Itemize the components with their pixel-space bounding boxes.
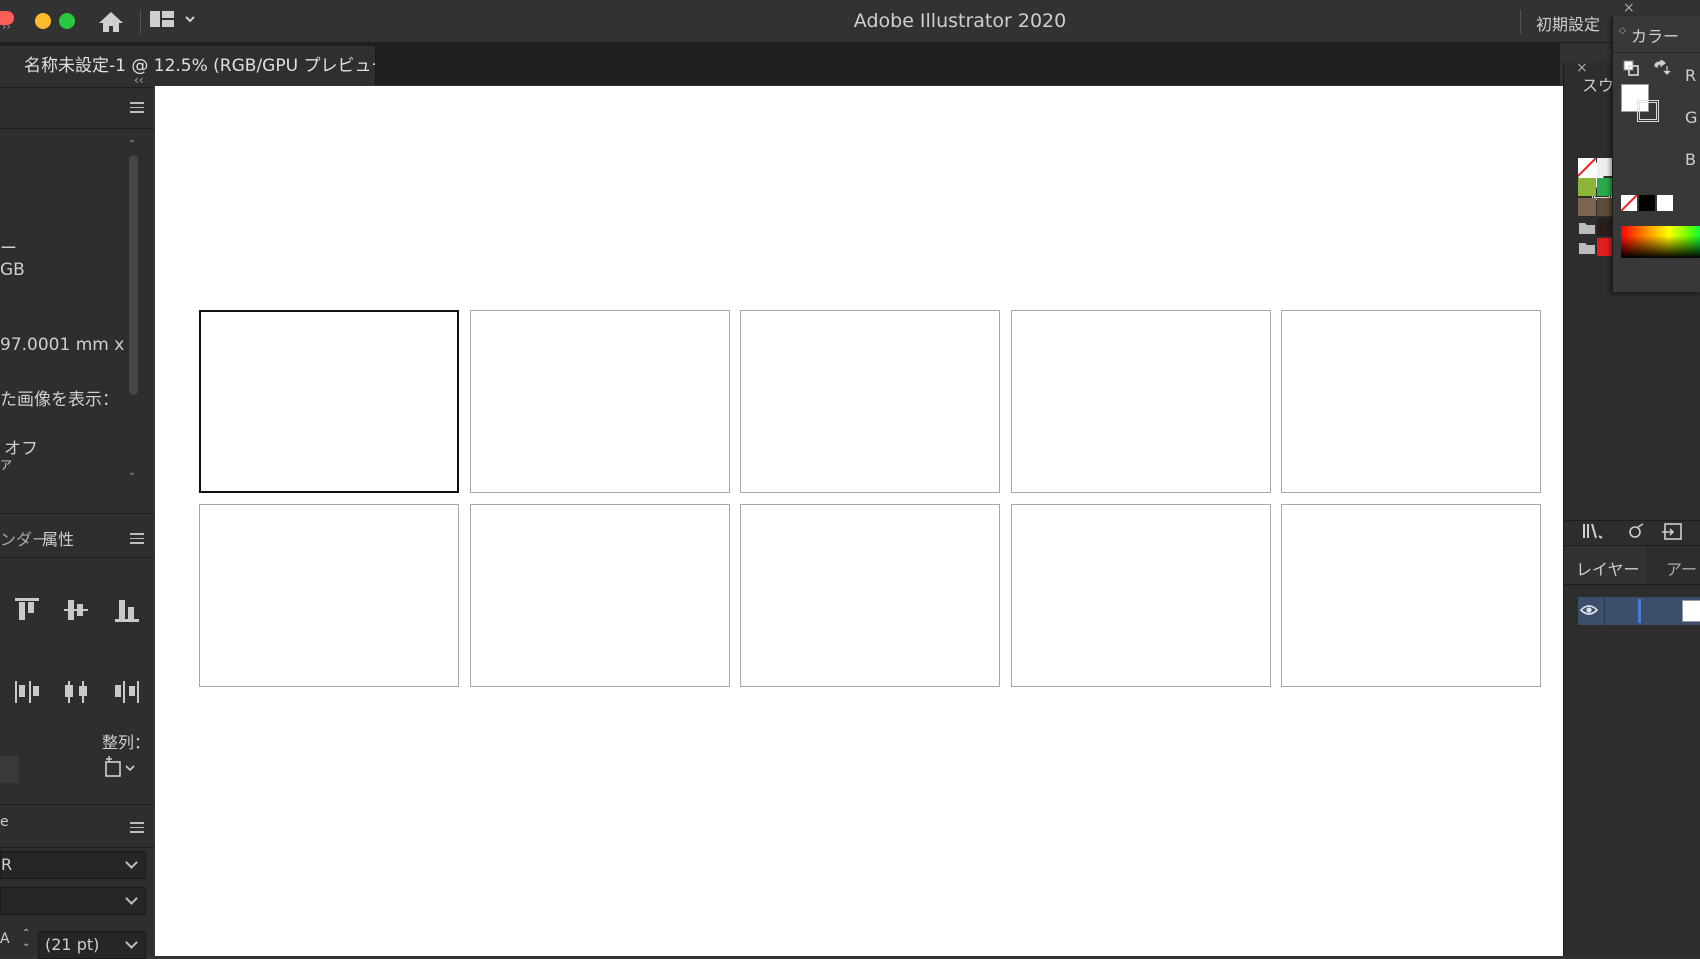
align-bottom-icon[interactable] xyxy=(115,598,141,624)
white-swatch[interactable] xyxy=(1657,195,1673,211)
scrollbar[interactable] xyxy=(129,155,138,395)
none-color-swatch[interactable] xyxy=(1620,194,1638,212)
color-stroke-swatch[interactable] xyxy=(1637,100,1659,122)
tail-label: ア xyxy=(0,458,13,472)
black-swatch[interactable] xyxy=(1639,195,1655,211)
artboard[interactable] xyxy=(1281,310,1541,493)
tab-artboards[interactable]: アート xyxy=(1666,556,1700,580)
font-family-dropdown[interactable]: R xyxy=(0,851,146,879)
color-mode-text: GB xyxy=(0,260,25,280)
align-top-icon[interactable] xyxy=(15,598,41,624)
document-tab[interactable]: 名称未設定-1 @ 12.5% (RGB/GPU プレビュー) xyxy=(0,46,376,85)
align-to-artboard-dropdown[interactable] xyxy=(103,755,139,781)
layer-row[interactable] xyxy=(1578,597,1700,625)
home-icon[interactable] xyxy=(97,10,125,34)
swap-fill-stroke-icon[interactable] xyxy=(1653,58,1671,76)
divider xyxy=(0,128,153,129)
align-vertical-center-icon[interactable] xyxy=(64,598,90,624)
channel-b-label: B xyxy=(1685,150,1696,169)
default-fill-stroke-icon[interactable] xyxy=(1623,60,1639,76)
workspace-switcher[interactable]: 初期設定 xyxy=(1536,11,1600,35)
swatches-panel-tab[interactable]: スウ xyxy=(1582,72,1614,96)
scroll-down-icon[interactable]: ⌄ xyxy=(128,467,136,478)
artboard[interactable] xyxy=(199,504,459,687)
divider xyxy=(0,513,153,514)
swatch[interactable] xyxy=(1577,157,1597,177)
properties-panel: ‹‹ ⌃ ⌄ ー GB 97.0001 mm x た画像を表示： オフ ア ンダ… xyxy=(0,73,153,959)
artboard[interactable] xyxy=(1281,504,1541,687)
align-to-label: 整列： xyxy=(102,733,151,752)
swatch[interactable] xyxy=(1578,178,1596,196)
artboard[interactable] xyxy=(469,310,730,493)
chevron-icon: ›› xyxy=(2,20,11,33)
divider xyxy=(0,804,153,805)
folder-icon[interactable] xyxy=(1578,218,1596,236)
swatch-library-icon[interactable] xyxy=(1582,522,1608,542)
swatch-options-icon[interactable] xyxy=(1627,522,1647,542)
color-panel-title: カラー xyxy=(1631,27,1680,46)
font-style-dropdown[interactable] xyxy=(0,887,146,915)
eye-icon[interactable] xyxy=(1579,602,1599,618)
canvas[interactable] xyxy=(155,86,1563,956)
tab-attributes[interactable]: 属性 xyxy=(42,526,74,550)
divider xyxy=(1520,10,1521,34)
stepper-icon[interactable]: ⌃ ⌄ xyxy=(22,929,30,949)
panel-menu-icon[interactable] xyxy=(130,102,144,113)
tab-transparency[interactable]: ンダー xyxy=(0,526,48,550)
zoom-window-button[interactable] xyxy=(59,13,75,29)
layer-color-indicator xyxy=(1638,599,1641,623)
color-panel: × ◇ カラー R G B xyxy=(1612,0,1700,292)
divider xyxy=(1564,520,1700,521)
title-bar: ›› Adobe Illustrator 2020 初期設定 xyxy=(0,0,1700,43)
document-size-text: 97.0001 mm x xyxy=(0,335,125,355)
input-field[interactable] xyxy=(0,756,19,783)
collapse-panel-icon[interactable]: ‹‹ xyxy=(134,73,144,87)
distribute-center-icon[interactable] xyxy=(64,679,90,705)
scroll-up-icon[interactable]: ⌃ xyxy=(128,139,136,150)
artboard[interactable] xyxy=(199,310,459,493)
divider xyxy=(1604,597,1605,625)
channel-r-label: R xyxy=(1685,66,1697,85)
font-size-icon: A xyxy=(0,931,10,947)
arrange-documents-icon[interactable] xyxy=(150,11,200,31)
panel-menu-icon[interactable] xyxy=(130,822,144,833)
divider xyxy=(1613,52,1700,53)
chevron-down-icon xyxy=(125,892,138,905)
new-swatch-icon[interactable] xyxy=(1661,522,1685,542)
stepper-icon: ◇ xyxy=(1619,26,1626,36)
folder-icon[interactable] xyxy=(1578,238,1596,256)
show-image-label: た画像を表示： xyxy=(0,390,119,410)
divider xyxy=(1564,584,1700,585)
layer-thumbnail xyxy=(1682,600,1700,622)
artboard[interactable] xyxy=(1010,504,1271,687)
font-size-dropdown[interactable]: (21 pt) xyxy=(38,931,146,959)
tab-layers[interactable]: レイヤー xyxy=(1564,546,1646,584)
color-spectrum-bar[interactable] xyxy=(1621,226,1700,258)
artboard[interactable] xyxy=(1010,310,1271,493)
font-size-value: (21 pt) xyxy=(45,935,100,954)
close-icon[interactable]: × xyxy=(1623,0,1635,16)
app-title: Adobe Illustrator 2020 xyxy=(853,10,1067,32)
artboard[interactable] xyxy=(740,504,1000,687)
channel-g-label: G xyxy=(1685,108,1698,127)
divider xyxy=(140,10,141,34)
distribute-right-icon[interactable] xyxy=(115,679,141,705)
tab-layers-label: レイヤー xyxy=(1576,560,1640,579)
line-dash: ー xyxy=(0,239,17,259)
font-family-value: R xyxy=(1,855,13,874)
distribute-left-icon[interactable] xyxy=(15,679,41,705)
divider xyxy=(0,847,153,848)
chevron-down-icon xyxy=(125,856,138,869)
minimize-window-button[interactable] xyxy=(35,13,51,29)
chevron-down-icon xyxy=(125,936,138,949)
character-panel-title: e xyxy=(0,814,9,830)
swatch[interactable] xyxy=(1578,198,1596,216)
artboard[interactable] xyxy=(740,310,1000,493)
divider xyxy=(0,557,153,558)
artboard[interactable] xyxy=(469,504,730,687)
divider xyxy=(0,87,153,88)
panel-menu-icon[interactable] xyxy=(130,533,144,544)
